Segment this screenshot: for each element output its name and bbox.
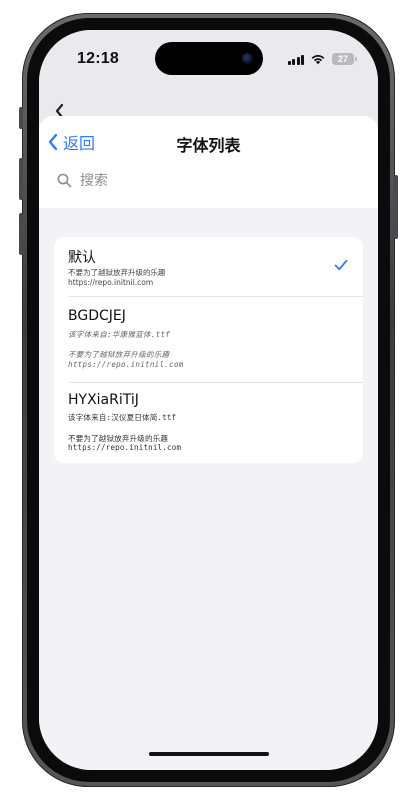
phone-screen: 12:18 27 字体列表 返回 搜索 默认 不要为了越狱放弃升级的乐趣 htt… [39, 30, 378, 770]
font-row-bgdcjej[interactable]: BGDCJEJ 该字体来自:华康雅蓝体.ttf 不要为了越狱放弃升级的乐趣 ht… [54, 297, 363, 382]
status-bar: 12:18 27 [39, 30, 378, 90]
font-source-file: 该字体来自:汉仪夏日体简.ttf [68, 413, 177, 422]
home-indicator[interactable] [149, 752, 269, 756]
font-list-sheet: 字体列表 返回 搜索 默认 不要为了越狱放弃升级的乐趣 https://repo… [39, 116, 378, 770]
volume-up-button [19, 158, 23, 200]
font-row-default[interactable]: 默认 不要为了越狱放弃升级的乐趣 https://repo.initnil.co… [54, 237, 363, 296]
font-name: HYXiaRiTiJ [68, 392, 139, 408]
action-button [19, 107, 23, 129]
search-icon [57, 173, 72, 187]
status-icons: 27 [287, 53, 357, 65]
battery-level: 27 [337, 54, 348, 64]
checkmark-icon [334, 259, 348, 271]
power-button [394, 175, 398, 239]
sheet-header: 字体列表 返回 搜索 [39, 116, 378, 208]
dynamic-island [155, 42, 263, 75]
font-preview-url: https://repo.initnil.com [68, 278, 154, 287]
cellular-signal-icon [287, 54, 304, 65]
chevron-left-icon [48, 133, 58, 151]
font-preview-text: 不要为了越狱放弃升级的乐趣 [68, 268, 166, 277]
front-camera [242, 53, 253, 64]
font-preview-url: https://repo.initnil.com [68, 360, 184, 369]
battery-icon: 27 [332, 53, 357, 65]
volume-down-button [19, 213, 23, 255]
font-list: 默认 不要为了越狱放弃升级的乐趣 https://repo.initnil.co… [54, 237, 363, 463]
font-preview-text: 不要为了越狱放弃升级的乐趣 [68, 350, 170, 359]
search-placeholder: 搜索 [80, 173, 108, 189]
font-row-hyxiaritij[interactable]: HYXiaRiTiJ 该字体来自:汉仪夏日体简.ttf 不要为了越狱放弃升级的乐… [54, 383, 363, 463]
status-time: 12:18 [77, 50, 119, 67]
back-button-label: 返回 [63, 134, 96, 153]
search-field[interactable]: 搜索 [57, 170, 108, 190]
font-preview-url: https://repo.initnil.com [68, 443, 182, 452]
wifi-icon [311, 55, 325, 65]
font-source-file: 该字体来自:华康雅蓝体.ttf [68, 330, 171, 339]
font-name: BGDCJEJ [68, 308, 126, 324]
font-name: 默认 [68, 250, 96, 266]
back-button[interactable]: 返回 [47, 130, 95, 154]
